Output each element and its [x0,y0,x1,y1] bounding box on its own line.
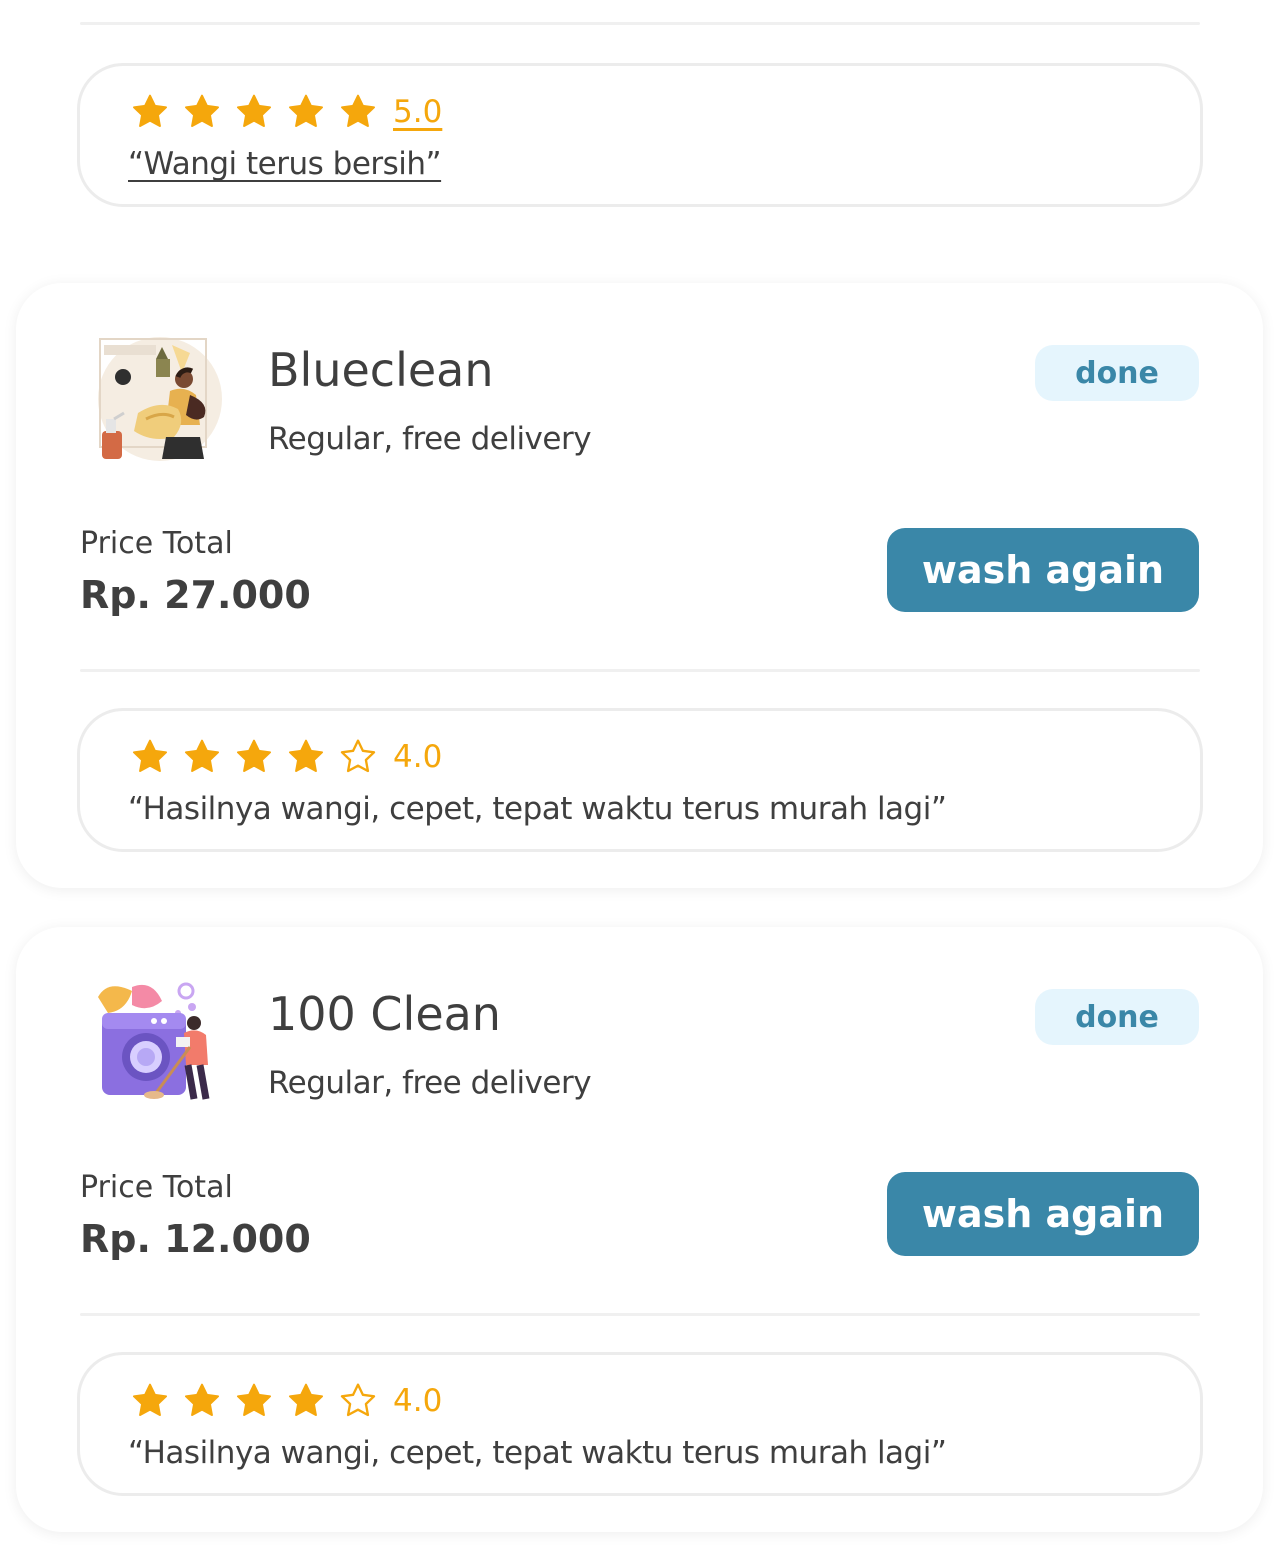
rating-value: 4.0 [393,739,443,775]
order-card: Blueclean Regular, free delivery done Pr… [16,283,1263,888]
star-filled-icon [237,1383,271,1416]
status-badge: done [1035,989,1199,1045]
review-text[interactable]: “Wangi terus bersih” [128,146,442,182]
status-badge: done [1035,345,1199,401]
star-outline-icon [340,739,376,773]
star-filled-icon [185,739,219,772]
review-box: 4.0 “Hasilnya wangi, cepet, tepat waktu … [77,708,1203,852]
star-filled-icon [237,739,271,772]
washing-machine-illustration [98,982,210,1100]
price-label: Price Total [80,526,233,561]
review-text: “Hasilnya wangi, cepet, tepat waktu teru… [128,1435,947,1471]
divider [80,1313,1200,1316]
star-filled-icon [185,1383,219,1416]
review-text: “Hasilnya wangi, cepet, tepat waktu teru… [128,791,947,827]
order-history-page: 5.0 “Wangi terus bersih” Blueclean Regul… [0,0,1279,1546]
wash-again-button[interactable]: wash again [887,1172,1199,1256]
star-filled-icon [133,94,167,127]
shop-name: 100 Clean [268,987,501,1041]
review-box: 5.0 “Wangi terus bersih” [77,63,1203,207]
service-description: Regular, free delivery [268,1065,592,1101]
star-outline-icon [340,1383,376,1417]
rating-stars: 5.0 [130,92,442,132]
price-label: Price Total [80,1170,233,1205]
laundry-person-illustration [98,337,222,461]
wash-again-button[interactable]: wash again [887,528,1199,612]
star-filled-icon [237,94,271,127]
rating-stars: 4.0 [130,737,442,777]
price-value: Rp. 27.000 [80,573,311,617]
star-filled-icon [133,1383,167,1416]
star-filled-icon [289,1383,323,1416]
order-card: 100 Clean Regular, free delivery done Pr… [16,927,1263,1532]
star-filled-icon [185,94,219,127]
star-filled-icon [133,739,167,772]
star-filled-icon [289,94,323,127]
rating-value[interactable]: 5.0 [393,92,442,132]
service-description: Regular, free delivery [268,421,592,457]
review-box: 4.0 “Hasilnya wangi, cepet, tepat waktu … [77,1352,1203,1496]
divider [80,669,1200,672]
divider [80,22,1200,25]
star-filled-icon [341,94,375,127]
shop-name: Blueclean [268,343,494,397]
rating-value: 4.0 [393,1383,443,1419]
star-filled-icon [289,739,323,772]
rating-stars: 4.0 [130,1381,442,1421]
price-value: Rp. 12.000 [80,1217,311,1261]
